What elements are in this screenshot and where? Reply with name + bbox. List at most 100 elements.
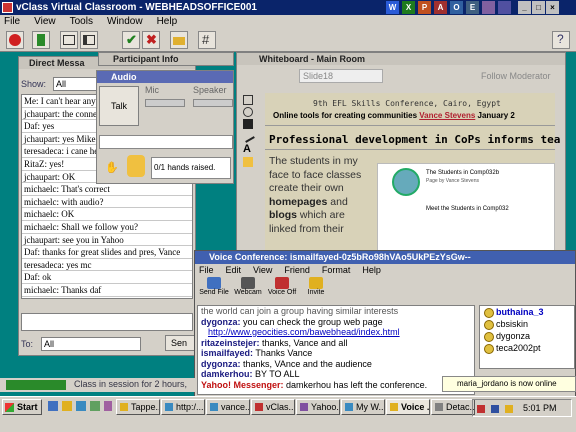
record-button[interactable] [6,31,24,49]
follow-moderator-checkbox[interactable]: Follow Moderator [481,71,551,81]
webcam-button[interactable]: Webcam [231,276,265,296]
voice-user[interactable]: teca2002pt [480,342,574,354]
menu-file[interactable]: File [4,15,20,29]
voice-menu-help[interactable]: Help [362,264,381,276]
tray-icon-2[interactable] [491,405,499,413]
access-icon[interactable]: A [434,1,447,14]
taskbar-button[interactable]: Yahoo... [296,399,340,415]
voice-chat-line: ritazeinstejer: thanks, Vance and all [201,337,348,348]
voice-off-icon [275,277,289,289]
participant-info-panel: Participant Info [98,52,234,66]
pen-tool-icon[interactable] [241,129,255,143]
online-notification[interactable]: maria_jordano is now online [442,376,576,392]
send-button[interactable]: Sen [165,335,195,351]
task-app-icon [435,403,443,411]
outlook-icon[interactable]: O [450,1,463,14]
voice-menu-edit[interactable]: Edit [226,264,242,276]
message-line: teresadeca: yes mc [22,259,192,272]
minimize-icon[interactable]: _ [518,1,531,14]
app-icon-7[interactable] [482,1,495,14]
voice-menu-file[interactable]: File [199,264,214,276]
taskbar-apps-strip: W X P A O E _ □ × [370,0,576,15]
to-select[interactable]: All [41,337,141,351]
send-file-icon [207,277,221,289]
invite-button[interactable]: Invite [299,276,333,296]
voice-user[interactable]: buthaina_3 [480,306,574,318]
voice-user-list[interactable]: buthaina_3 cbsiskin dygonza teca2002pt [479,305,575,369]
ql-icon-1[interactable] [48,401,58,411]
rect-tool-icon[interactable] [243,119,253,129]
layout2-icon [83,35,95,45]
whiteboard-button[interactable]: # [198,31,216,49]
voice-chat-log[interactable]: the world can join a group having simila… [197,305,475,395]
ql-icon-2[interactable] [62,401,72,411]
folder-button[interactable] [170,31,188,49]
exit-button[interactable] [32,31,50,49]
pointer-tool-icon[interactable] [243,95,253,105]
mic-label: Mic [145,85,159,95]
menu-help[interactable]: Help [157,15,178,29]
taskbar-button[interactable]: http:/... [161,399,205,415]
audio-title: Audio [97,71,233,83]
tray-icon-3[interactable] [505,405,513,413]
taskbar-button[interactable]: vance... [206,399,250,415]
approve-button[interactable]: ✔ [122,31,140,49]
menu-window[interactable]: Window [107,15,143,29]
close-icon[interactable]: × [546,1,559,14]
emoticon-icon[interactable] [127,155,145,177]
speaker-slider[interactable] [193,99,233,107]
whiteboard-canvas[interactable]: 9th EFL Skills Conference, Cairo, Egypt … [265,93,560,255]
message-input[interactable] [21,313,193,331]
app-icon-8[interactable] [498,1,511,14]
exit-icon [37,34,45,46]
deny-button[interactable]: ✖ [142,31,160,49]
voice-user[interactable]: dygonza [480,330,574,342]
slide-body: The students in my face to face classes cr… [269,155,361,236]
taskbar-button[interactable]: Tappe... [116,399,160,415]
word-icon[interactable]: W [386,1,399,14]
cross-icon: ✖ [146,32,157,47]
ql-icon-5[interactable] [104,401,112,411]
webcam-icon [241,277,255,289]
maximize-icon[interactable]: □ [532,1,545,14]
notification-text: maria_jordano is now online [457,379,557,388]
slide-body-line: create their own [269,182,344,194]
voice-title: Voice Conference: ismailfayed-0z5bRo98hV… [195,251,575,264]
voice-menu-format[interactable]: Format [322,264,351,276]
start-button[interactable]: Start [2,399,42,415]
voice-menu-friend[interactable]: Friend [284,264,310,276]
whiteboard-panel: Whiteboard - Main Room Slide18 Follow Mo… [236,52,566,256]
hands-raised-status: 0/1 hands raised. [151,157,231,179]
layout-button[interactable] [60,31,78,49]
tray-icon-1[interactable] [477,405,485,413]
send-file-button[interactable]: Send File [197,276,231,296]
hand-icon[interactable]: ✋ [105,161,123,175]
taskbar-button[interactable]: Voice ... [386,399,430,415]
explorer-icon[interactable]: E [466,1,479,14]
message-line: jchaupart: see you in Yahoo [22,234,192,247]
taskbar-button[interactable]: vClas... [251,399,295,415]
menu-tools[interactable]: Tools [70,15,93,29]
text-tool-icon[interactable]: A [243,143,257,155]
slide-select[interactable]: Slide18 [299,69,383,83]
ellipse-tool-icon[interactable] [243,107,253,117]
taskbar-button[interactable]: My W... [341,399,385,415]
help-button[interactable]: ? [552,31,570,49]
audio-select[interactable] [99,135,233,149]
voice-chat-line: Yahoo! Messenger: damkerhou has left the… [201,379,428,390]
powerpoint-icon[interactable]: P [418,1,431,14]
layout2-button[interactable] [80,31,98,49]
message-line: michaelc: OK [22,208,192,221]
menu-view[interactable]: View [34,15,56,29]
talk-button[interactable]: Talk [99,86,139,126]
slide-body-line: homepages and [269,195,348,208]
highlighter-tool-icon[interactable] [243,157,253,167]
voice-off-button[interactable]: Voice Off [265,276,299,296]
ql-icon-3[interactable] [76,401,86,411]
ql-icon-4[interactable] [90,401,100,411]
mic-slider[interactable] [145,99,185,107]
voice-user[interactable]: cbsiskin [480,318,574,330]
taskbar-button[interactable]: Detac... [431,399,475,415]
excel-icon[interactable]: X [402,1,415,14]
voice-menu-view[interactable]: View [253,264,272,276]
